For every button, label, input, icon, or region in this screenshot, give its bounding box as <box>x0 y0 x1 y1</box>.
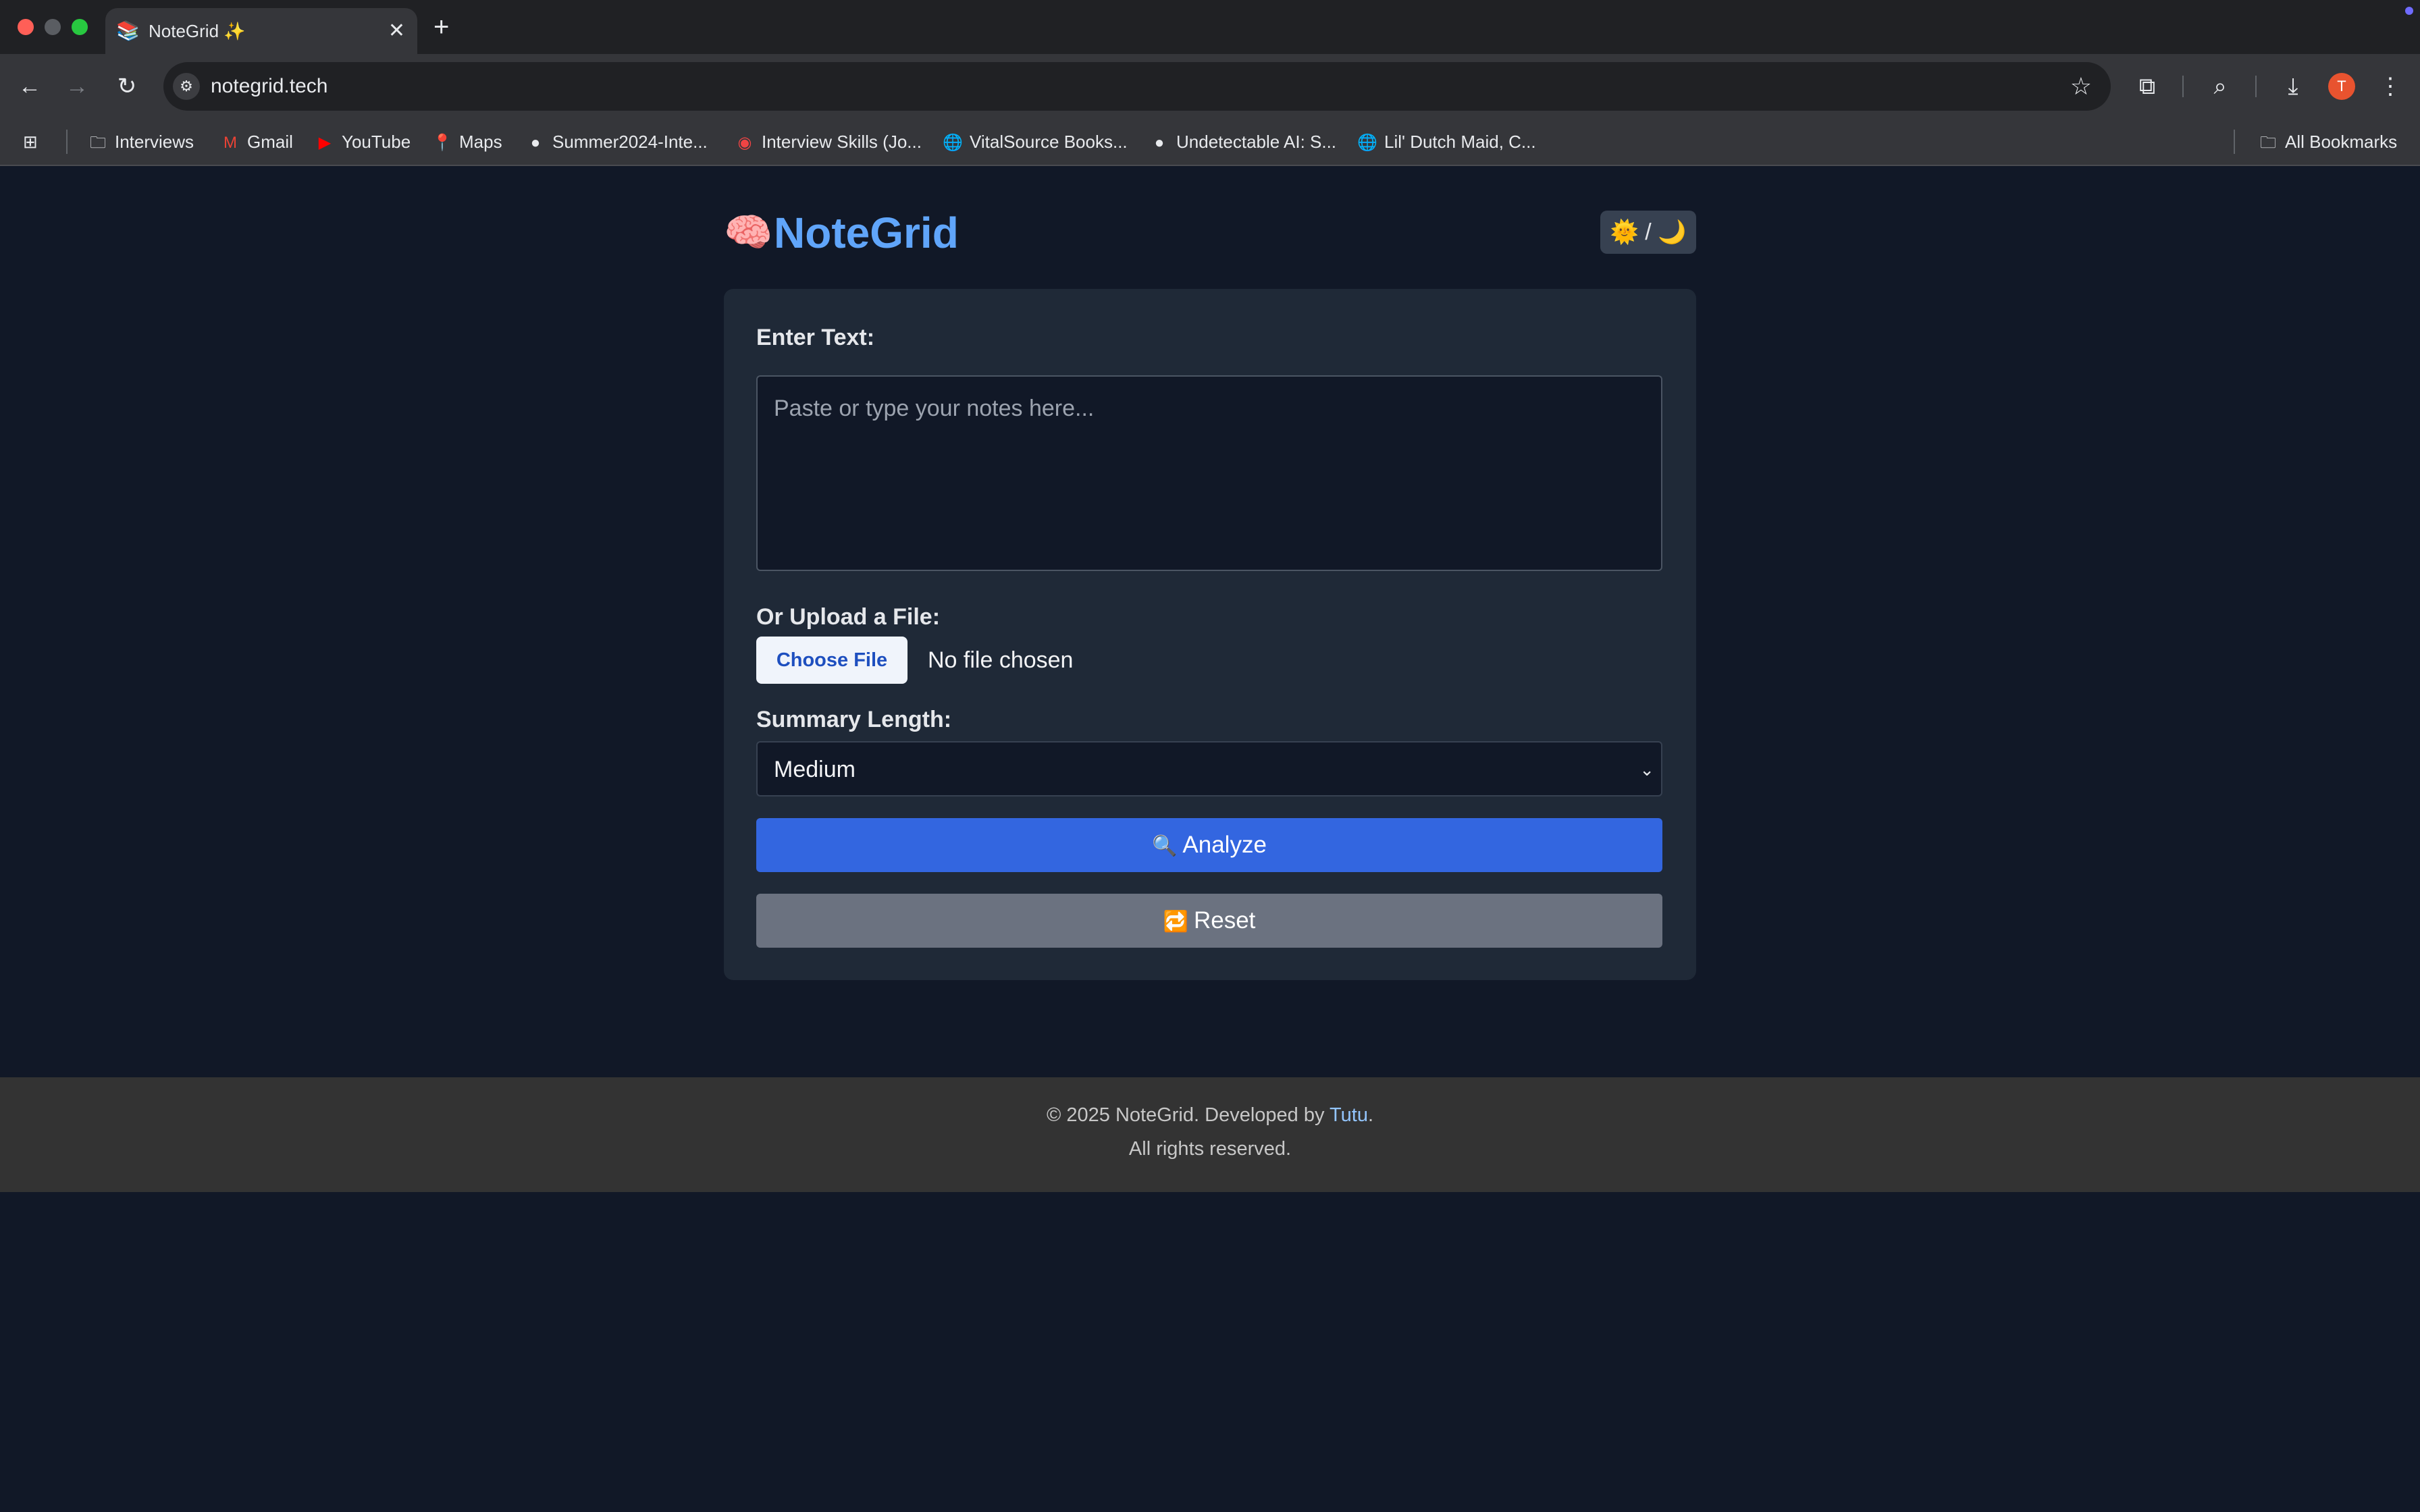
reload-icon[interactable]: ↻ <box>111 70 143 103</box>
reset-label: Reset <box>1193 907 1256 934</box>
folder-icon: 🗀 <box>90 134 106 152</box>
cast-search-icon[interactable]: ⌕ <box>2204 70 2236 103</box>
extensions-icon[interactable]: ⧉ <box>2131 70 2163 103</box>
tab-close-icon[interactable]: ✕ <box>388 20 405 42</box>
bookmark-interviews[interactable]: 🗀 Interviews <box>88 128 194 155</box>
menu-kebab-icon[interactable]: ⋮ <box>2374 70 2406 103</box>
bookmark-label: Interview Skills (Jo... <box>762 132 922 152</box>
tab-favicon-icon: 📚 <box>116 20 140 41</box>
summary-length-label: Summary Length: <box>756 707 952 732</box>
analyze-label: Analyze <box>1182 832 1267 858</box>
tab-title: NoteGrid ✨ <box>149 21 246 41</box>
address-bar[interactable]: ⚙ notegrid.tech ☆ <box>163 62 2111 111</box>
browser-toolbar: ← → ↻ ⚙ notegrid.tech ☆ ⧉ ⌕ ⤓ T ⋮ <box>0 54 2420 119</box>
site-icon: ● <box>1154 134 1165 152</box>
notes-textarea[interactable] <box>756 375 1662 571</box>
bookmarks-bar: ⊞ 🗀 Interviews M Gmail ▶ YouTube 📍 Maps ● Sum… <box>0 119 2420 166</box>
footer-copyright: © 2025 NoteGrid. Developed by Tutu. <box>0 1102 2420 1129</box>
forward-arrow-icon[interactable]: → <box>61 70 93 103</box>
footer-period: . <box>1367 1104 1374 1126</box>
bookmark-gmail[interactable]: M Gmail <box>220 128 293 155</box>
page-footer: © 2025 NoteGrid. Developed by Tutu. All … <box>0 1077 2420 1192</box>
apps-grid-icon[interactable]: ⊞ <box>23 128 38 155</box>
choose-file-button[interactable]: Choose File <box>756 637 908 684</box>
footer-rights: All rights reserved. <box>1128 1138 1292 1160</box>
bookmark-label: Lil' Dutch Maid, C... <box>1384 132 1536 152</box>
site-icon: ◉ <box>737 134 752 152</box>
bookmark-label: Summer2024-Inte... <box>552 132 708 152</box>
browser-tab[interactable]: 📚 NoteGrid ✨ ✕ <box>105 8 417 54</box>
bookmark-summer2024[interactable]: ● Summer2024-Inte... <box>525 128 708 155</box>
repeat-icon: 🔁 <box>1163 911 1188 933</box>
input-card: Enter Text: Or Upload a File: Choose Fil… <box>724 289 1696 980</box>
address-url[interactable]: notegrid.tech <box>211 74 327 99</box>
app-header: 🧠 NoteGrid 🌞 / 🌙 <box>724 202 1696 263</box>
bookmark-label: Gmail <box>247 132 293 152</box>
all-bookmarks-label: All Bookmarks <box>2285 132 2398 152</box>
maximize-window-button[interactable] <box>72 19 88 35</box>
close-window-button[interactable] <box>18 19 34 35</box>
reset-button[interactable]: 🔁 Reset <box>756 894 1662 948</box>
author-link[interactable]: Tutu <box>1330 1104 1368 1126</box>
bookmarks-divider <box>2234 130 2235 154</box>
browser-tab-bar: 📚 NoteGrid ✨ ✕ + <box>0 0 2420 54</box>
toolbar-divider <box>2255 76 2257 97</box>
magnifier-icon: 🔍 <box>1152 835 1178 857</box>
maps-icon: 📍 <box>432 134 452 152</box>
site-settings-icon[interactable]: ⚙ <box>173 73 200 100</box>
folder-icon: 🗀 <box>2260 134 2276 152</box>
bookmark-label: Maps <box>459 132 502 152</box>
bookmark-label: Interviews <box>115 132 194 152</box>
bookmark-label: VitalSource Books... <box>970 132 1128 152</box>
summary-length-select[interactable]: Medium ⌄ <box>756 741 1662 796</box>
bookmark-youtube[interactable]: ▶ YouTube <box>315 128 411 155</box>
summary-length-value: Medium <box>774 757 856 782</box>
globe-icon: 🌐 <box>1357 134 1377 152</box>
github-icon: ● <box>530 134 541 152</box>
footer-copyright-text: © 2025 NoteGrid. Developed by <box>1046 1104 1330 1126</box>
bookmark-label: Undetectable AI: S... <box>1176 132 1337 152</box>
bookmark-undetectable-ai[interactable]: ● Undetectable AI: S... <box>1149 128 1336 155</box>
analyze-button[interactable]: 🔍 Analyze <box>756 818 1662 872</box>
bookmark-label: YouTube <box>342 132 411 152</box>
bookmark-interview-skills[interactable]: ◉ Interview Skills (Jo... <box>735 128 922 155</box>
bookmark-lil-dutch-maid[interactable]: 🌐 Lil' Dutch Maid, C... <box>1357 128 1536 155</box>
bookmark-vitalsource[interactable]: 🌐 VitalSource Books... <box>943 128 1128 155</box>
upload-file-label: Or Upload a File: <box>756 604 941 630</box>
gmail-icon: M <box>223 134 237 152</box>
file-status-text: No file chosen <box>928 647 1074 673</box>
new-tab-button[interactable]: + <box>433 11 449 43</box>
brain-icon: 🧠 <box>724 211 773 254</box>
app-title: NoteGrid <box>774 209 959 257</box>
download-icon[interactable]: ⤓ <box>2277 70 2309 103</box>
back-arrow-icon[interactable]: ← <box>14 70 46 103</box>
bookmarks-divider <box>66 130 68 154</box>
enter-text-label: Enter Text: <box>756 325 875 350</box>
toolbar-divider <box>2182 76 2184 97</box>
theme-toggle-button[interactable]: 🌞 / 🌙 <box>1600 211 1696 254</box>
minimize-window-button[interactable] <box>45 19 61 35</box>
profile-avatar[interactable]: T <box>2328 73 2355 100</box>
youtube-icon: ▶ <box>318 134 332 152</box>
bookmark-maps[interactable]: 📍 Maps <box>432 128 502 155</box>
bookmark-star-icon[interactable]: ☆ <box>2070 72 2092 101</box>
notification-dot <box>2405 7 2413 15</box>
chevron-down-icon: ⌄ <box>1639 759 1654 780</box>
all-bookmarks[interactable]: 🗀 All Bookmarks <box>2258 128 2397 155</box>
globe-icon: 🌐 <box>943 134 963 152</box>
